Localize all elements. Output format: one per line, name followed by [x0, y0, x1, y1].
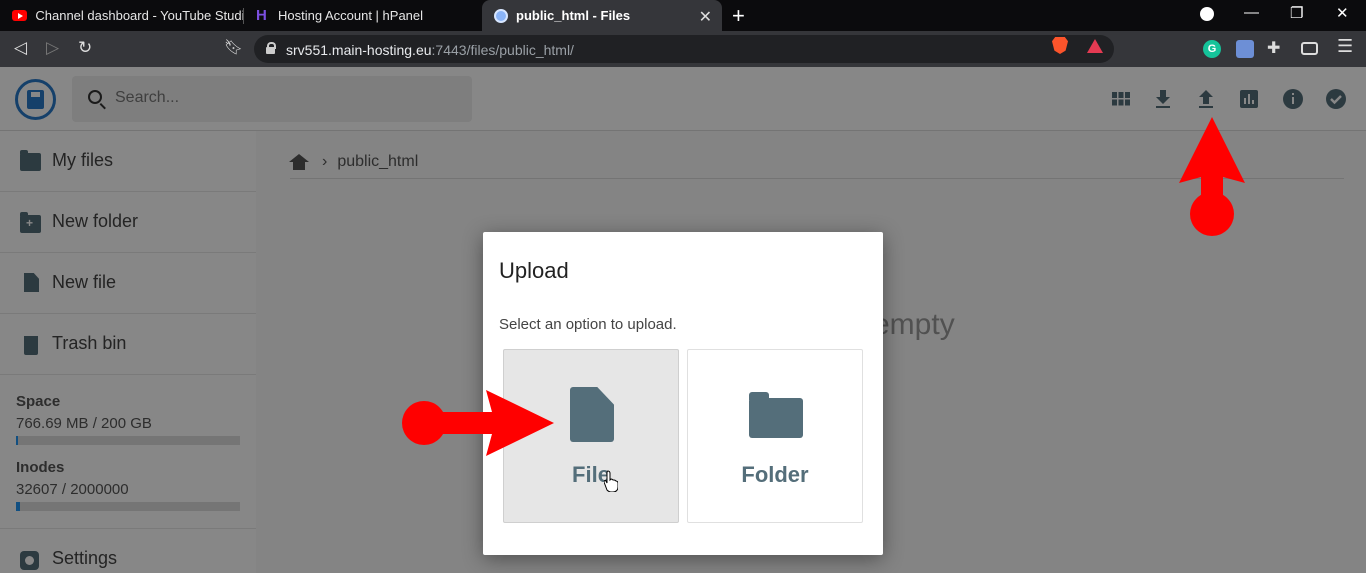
new-tab-button[interactable]: +	[732, 3, 745, 29]
upload-folder-option[interactable]: Folder	[687, 349, 863, 523]
red-arrow-up-annotation	[1179, 117, 1245, 236]
folder-icon	[749, 392, 803, 438]
extension-icon[interactable]	[1236, 40, 1254, 58]
forward-button[interactable]: ▷	[46, 38, 59, 58]
tab-public-html-files[interactable]: public_html - Files ✕	[482, 0, 722, 31]
globe-icon	[494, 8, 508, 23]
reload-button[interactable]: ↻	[78, 38, 92, 58]
grammarly-extension-icon[interactable]: G	[1203, 40, 1221, 58]
browser-menu-icon[interactable]: ☰	[1337, 36, 1355, 56]
browser-tab-bar: Channel dashboard - YouTube Studio H Hos…	[0, 0, 1366, 31]
tab-hpanel[interactable]: H Hosting Account | hPanel	[244, 0, 480, 31]
back-button[interactable]: ◁	[14, 38, 27, 58]
hostinger-icon: H	[256, 6, 267, 24]
bookmark-icon[interactable]: 🔖︎	[224, 38, 243, 56]
browser-toolbar: ◁ ▷ ↻ 🔖︎ srv551.main-hosting.eu:7443/fil…	[0, 31, 1366, 67]
lock-icon	[266, 42, 276, 54]
restore-button[interactable]: ❐	[1290, 4, 1303, 22]
tab-label: Hosting Account | hPanel	[278, 8, 424, 23]
close-tab-icon[interactable]: ✕	[699, 7, 712, 27]
red-arrow-right-annotation	[402, 390, 554, 456]
minimize-button[interactable]: —	[1244, 4, 1259, 21]
dialog-title: Upload	[499, 258, 569, 283]
brave-rewards-icon[interactable]	[1087, 39, 1103, 53]
address-bar[interactable]: srv551.main-hosting.eu:7443/files/public…	[254, 35, 1114, 63]
wallet-icon[interactable]	[1301, 42, 1318, 55]
tab-label: Channel dashboard - YouTube Studio	[35, 8, 243, 23]
option-label: File	[572, 462, 610, 487]
extensions-puzzle-icon[interactable]: ✚	[1267, 38, 1285, 57]
tab-youtube-studio[interactable]: Channel dashboard - YouTube Studio	[0, 0, 243, 31]
option-label: Folder	[741, 462, 809, 487]
youtube-icon	[12, 10, 28, 21]
close-window-button[interactable]: ✕	[1336, 4, 1349, 22]
tab-label: public_html - Files	[516, 8, 631, 23]
dialog-subtitle: Select an option to upload.	[499, 316, 677, 333]
profile-menu-icon[interactable]	[1200, 7, 1214, 21]
url-text: srv551.main-hosting.eu:7443/files/public…	[286, 42, 574, 58]
hand-cursor-icon	[604, 470, 618, 492]
file-icon	[570, 387, 614, 442]
